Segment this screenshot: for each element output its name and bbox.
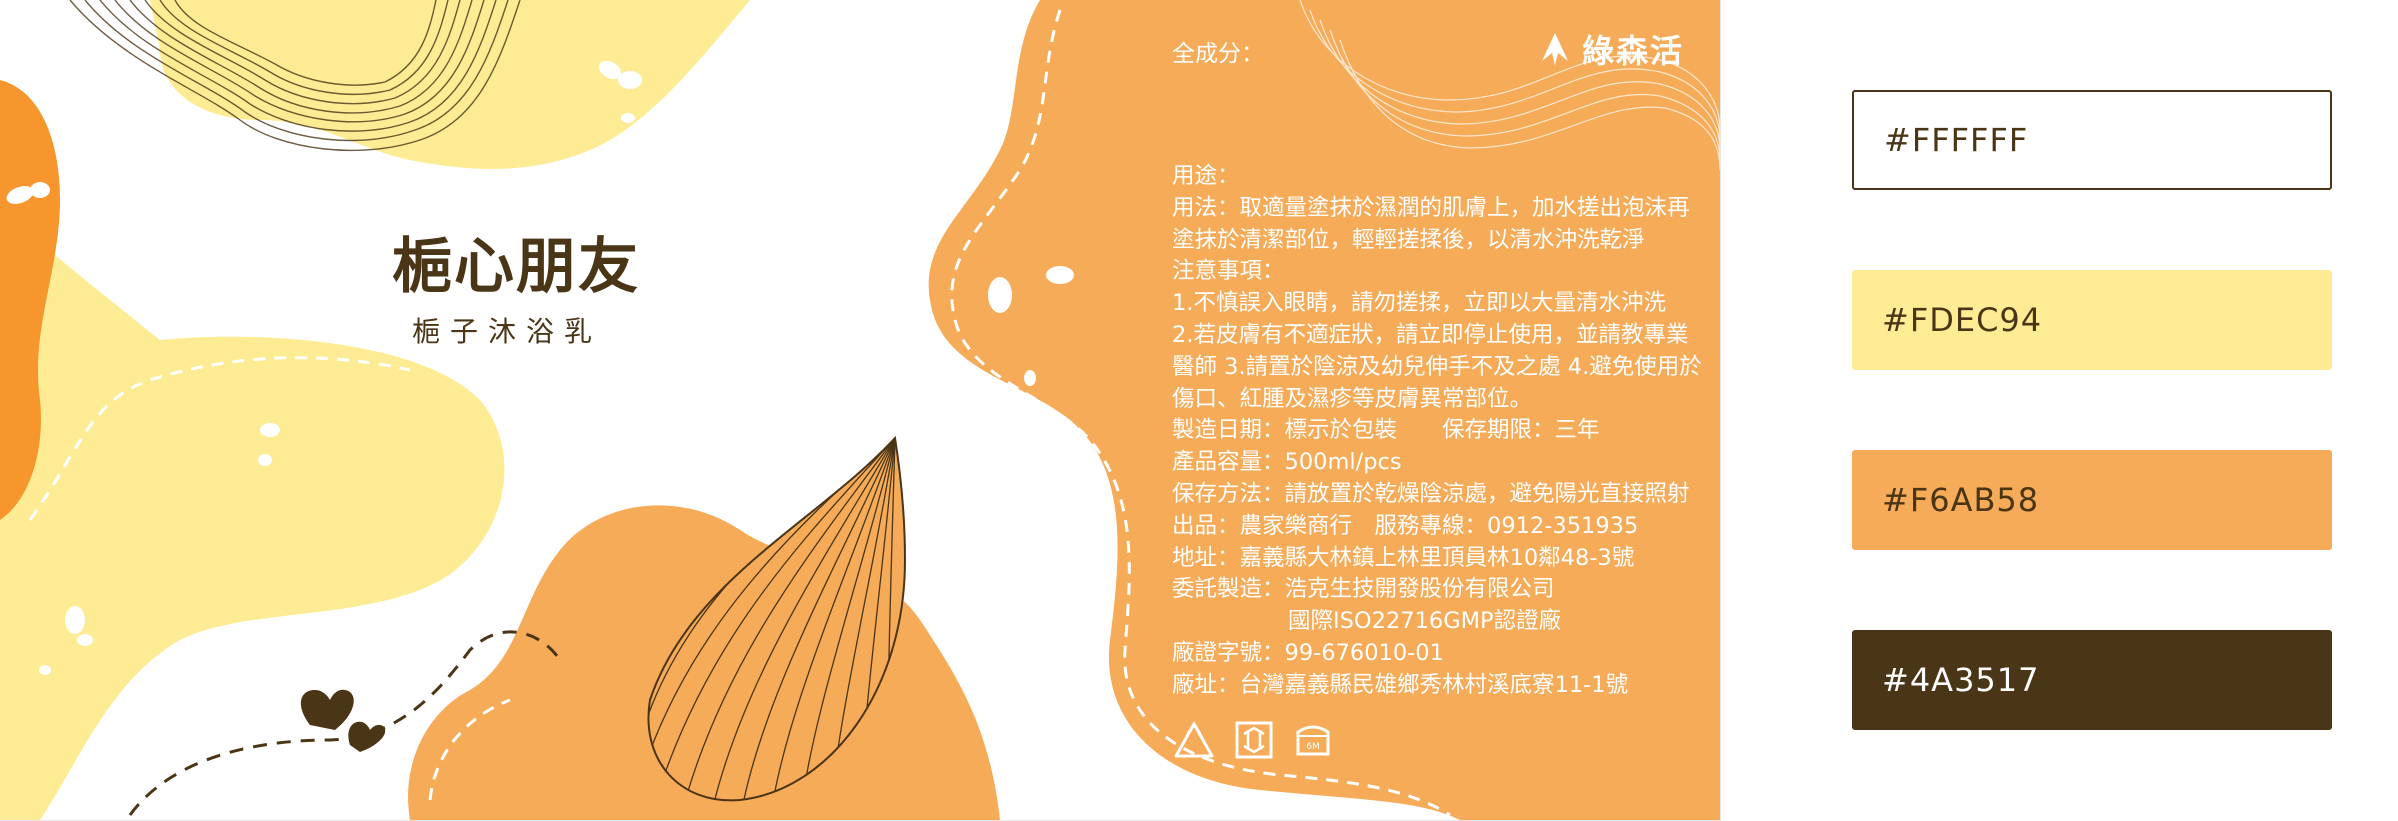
info-line: 醫師 3.請置於陰涼及幼兒伸手不及之處 4.避免使用於	[1172, 353, 1702, 380]
color-swatch-orange: #F6AB58	[1852, 450, 2332, 550]
info-line: 國際ISO22716GMP認證廠	[1288, 608, 1562, 635]
recycle-box-icon	[1235, 721, 1273, 759]
swatch-hex: #FFFFFF	[1884, 121, 2029, 159]
info-line: 廠址：台灣嘉義縣民雄鄉秀林村溪底寮11-1號	[1172, 671, 1629, 698]
product-info: 用途： 用法：取適量塗抹於濕潤的肌膚上，加水搓出泡沫再 塗抹於清潔部位，輕輕搓揉…	[1172, 161, 1712, 702]
brand-logo: 綠森活	[1538, 26, 1684, 72]
swatch-hex: #FDEC94	[1882, 301, 2043, 339]
jar-6m-icon: 6M	[1296, 725, 1330, 756]
info-line: 出品：農家樂商行 服務專線：0912-351935	[1172, 512, 1639, 539]
info-line: 2.若皮膚有不適症狀，請立即停止使用，並請教專業	[1172, 321, 1689, 348]
info-line: 傷口、紅腫及濕疹等皮膚異常部位。	[1172, 385, 1533, 412]
info-line: 廠證字號：99-676010-01	[1172, 639, 1444, 666]
product-label: 梔心朋友 梔子沐浴乳 全成分： 綠森活 用途： 用法：取適量塗抹於濕潤的肌膚上，…	[0, 0, 1721, 821]
info-line: 地址：嘉義縣大林鎮上林里頂員林10鄰48-3號	[1172, 544, 1635, 571]
info-line: 用途：	[1172, 163, 1240, 189]
info-line: 用法：取適量塗抹於濕潤的肌膚上，加水搓出泡沫再	[1172, 194, 1690, 221]
ingredients-label: 全成分：	[1172, 41, 1264, 67]
recycle-icon	[1174, 721, 1214, 758]
info-line: 產品容量：500ml/pcs	[1172, 449, 1402, 476]
brand-subtitle: 梔子沐浴乳	[412, 315, 603, 348]
info-line: 1.不慎誤入眼睛，請勿搓揉，立即以大量清水沖洗	[1172, 290, 1666, 317]
symbol-icons: 6M	[1172, 720, 1334, 760]
logo-text: 綠森活	[1582, 32, 1685, 70]
color-swatch-brown: #4A3517	[1852, 630, 2332, 730]
info-line: 委託製造：浩克生技開發股份有限公司	[1172, 576, 1555, 603]
info-line: 製造日期：標示於包裝 保存期限：三年	[1172, 417, 1600, 444]
swatch-hex: #F6AB58	[1882, 481, 2040, 519]
info-line: 塗抹於清潔部位，輕輕搓揉後，以清水沖洗乾淨	[1172, 226, 1645, 253]
jar-icon-text: 6M	[1306, 742, 1320, 752]
info-line: 保存方法：請放置於乾燥陰涼處，避免陽光直接照射	[1172, 480, 1690, 507]
info-line: 注意事項：	[1172, 258, 1285, 285]
brand-title: 梔心朋友	[392, 232, 640, 302]
swatch-hex: #4A3517	[1882, 661, 2040, 699]
color-swatch-white: #FFFFFF	[1852, 90, 2332, 190]
leaf-logo-icon	[1542, 33, 1568, 65]
color-swatch-yellow: #FDEC94	[1852, 270, 2332, 370]
